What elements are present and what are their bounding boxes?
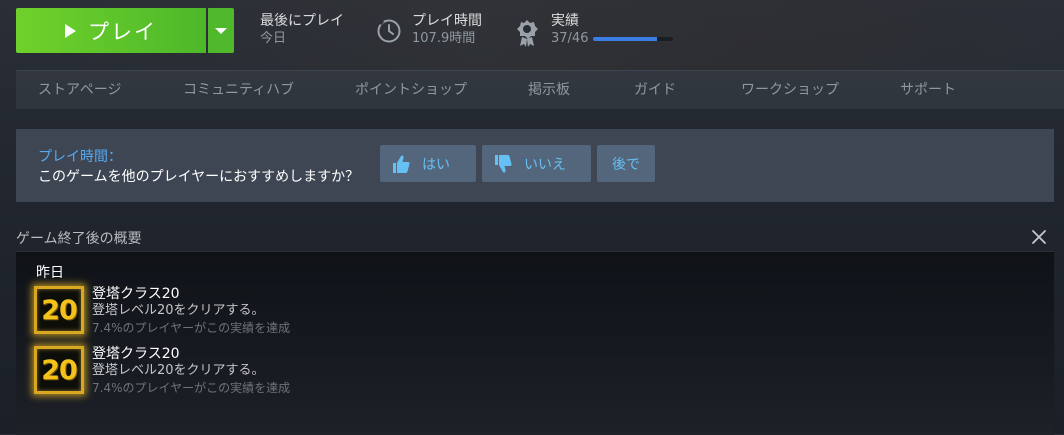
achievement-percent: 7.4%のプレイヤーがこの実績を達成 — [92, 321, 291, 335]
achievements-label: 実績 — [551, 13, 579, 29]
nav-support[interactable]: サポート — [900, 71, 956, 109]
achievement-description: 登塔レベル20をクリアする。 — [92, 363, 265, 378]
play-time-value: 107.9時間 — [412, 31, 476, 46]
review-question: このゲームを他のプレイヤーにおすすめしますか？ — [38, 169, 360, 185]
recommend-no-button[interactable]: いいえ — [482, 145, 591, 182]
thumbs-down-icon — [495, 154, 512, 172]
achievements-progress-bar — [593, 37, 673, 41]
nav-store-page[interactable]: ストアページ — [38, 71, 121, 109]
last-played-value: 今日 — [260, 31, 287, 46]
achievement-name: 登塔クラス20 — [92, 346, 180, 362]
clock-icon — [377, 19, 401, 43]
nav-workshop[interactable]: ワークショップ — [741, 71, 839, 109]
nav-guides[interactable]: ガイド — [634, 71, 676, 109]
achievement-badge-icon: 20 — [34, 346, 84, 394]
last-played: 最後にプレイ 今日 — [260, 12, 344, 48]
achievement-badge-number: 20 — [41, 294, 78, 326]
achievement-item: 20 登塔クラス20 登塔レベル20をクリアする。 7.4%のプレイヤーがこの実… — [34, 346, 634, 398]
achievement-description: 登塔レベル20をクリアする。 — [92, 303, 265, 318]
achievement-icon — [517, 20, 538, 47]
review-later-button[interactable]: 後で — [597, 145, 655, 182]
review-prompt: プレイ時間： このゲームを他のプレイヤーにおすすめしますか？ はい いいえ 後で — [16, 129, 1054, 202]
play-button[interactable]: プレイ — [16, 8, 206, 53]
review-title: プレイ時間： — [38, 149, 122, 165]
achievement-name: 登塔クラス20 — [92, 286, 180, 302]
game-nav-bar: ストアページ コミュニティハブ ポイントショップ 掲示板 ガイド ワークショップ… — [16, 70, 1064, 109]
nav-points-shop[interactable]: ポイントショップ — [355, 71, 467, 109]
recommend-no-label: いいえ — [524, 156, 566, 173]
achievement-item: 20 登塔クラス20 登塔レベル20をクリアする。 7.4%のプレイヤーがこの実… — [34, 286, 634, 338]
play-time: プレイ時間 107.9時間 — [412, 12, 482, 48]
achievements-value: 37/46 — [551, 31, 589, 46]
review-later-label: 後で — [612, 156, 640, 173]
summary-title: ゲーム終了後の概要 — [16, 231, 142, 247]
play-button-label: プレイ — [88, 19, 157, 44]
achievement-badge-icon: 20 — [34, 286, 84, 334]
play-time-label: プレイ時間 — [412, 13, 482, 29]
summary-day-label: 昨日 — [36, 265, 64, 281]
thumbs-up-icon — [393, 155, 410, 173]
achievements-stat: 実績 37/46 — [551, 12, 588, 48]
play-icon — [65, 23, 76, 38]
nav-discussions[interactable]: 掲示板 — [528, 71, 570, 109]
recommend-yes-label: はい — [422, 156, 450, 173]
nav-community-hub[interactable]: コミュニティハブ — [183, 71, 294, 109]
post-game-summary: 昨日 20 登塔クラス20 登塔レベル20をクリアする。 7.4%のプレイヤーが… — [16, 251, 1054, 435]
achievement-percent: 7.4%のプレイヤーがこの実績を達成 — [92, 381, 291, 395]
close-icon[interactable] — [1030, 228, 1048, 246]
achievements-progress-fill — [593, 37, 658, 41]
chevron-down-icon — [215, 27, 227, 34]
recommend-yes-button[interactable]: はい — [380, 145, 476, 182]
achievement-badge-number: 20 — [41, 354, 78, 386]
play-options-dropdown[interactable] — [208, 8, 234, 53]
last-played-label: 最後にプレイ — [260, 13, 344, 29]
